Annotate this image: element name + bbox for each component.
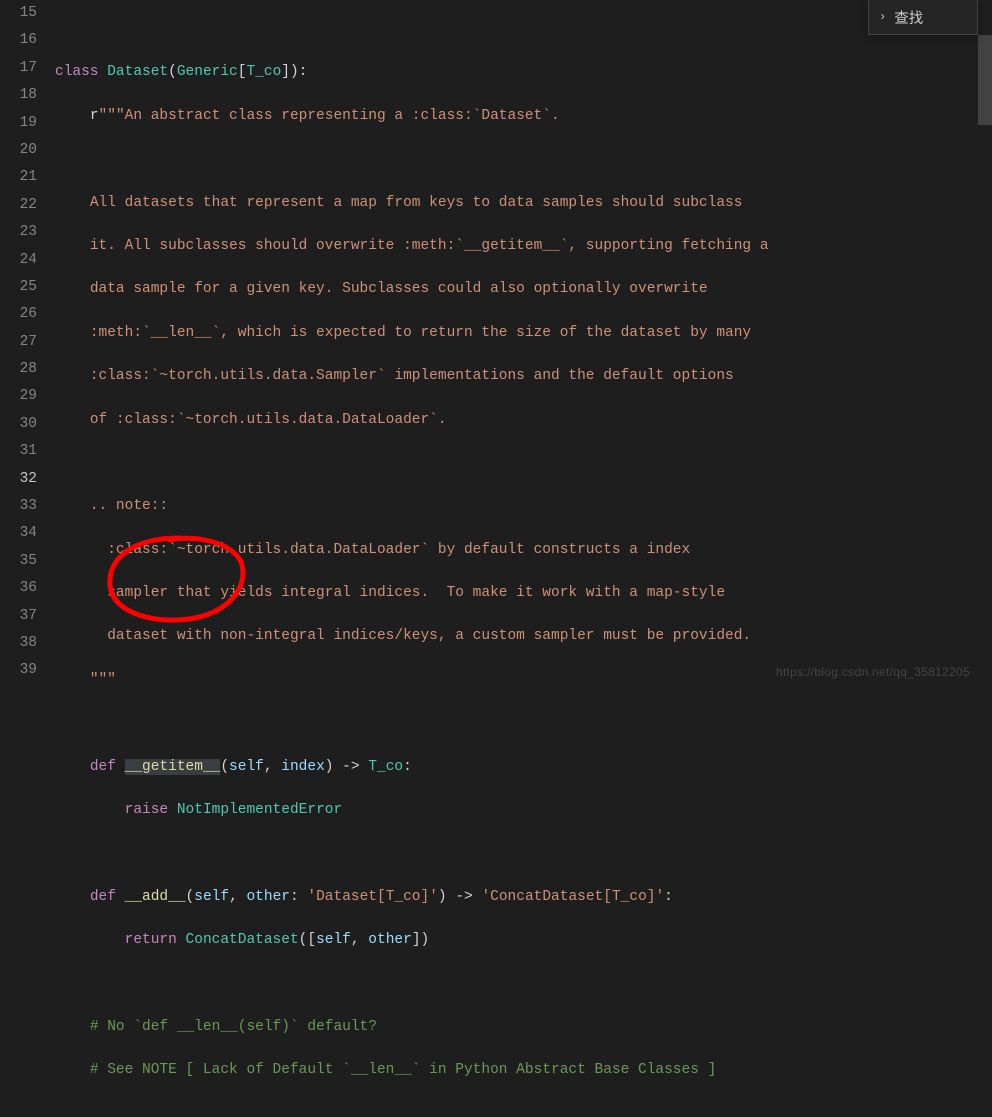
keyword-def: def <box>90 889 116 905</box>
line-number[interactable]: 18 <box>0 82 37 109</box>
line-number[interactable]: 22 <box>0 192 37 219</box>
type-param: T_co <box>246 64 281 80</box>
arg: other <box>368 932 412 948</box>
line-number[interactable]: 36 <box>0 575 37 602</box>
code-line <box>55 840 992 867</box>
arg: self <box>316 932 351 948</box>
line-number[interactable]: 24 <box>0 247 37 274</box>
string-prefix: r <box>90 108 99 124</box>
line-number[interactable]: 30 <box>0 411 37 438</box>
code-line: All datasets that represent a map from k… <box>55 190 992 217</box>
docstring-quote: """ <box>90 672 116 688</box>
code-line: # No `def __len__(self)` default? <box>55 1014 992 1041</box>
scrollbar-thumb[interactable] <box>978 35 992 125</box>
docstring-text: dataset with non-integral indices/keys, … <box>107 628 751 644</box>
docstring-text: sampler that yields integral indices. To… <box>107 585 725 601</box>
class-name: Dataset <box>107 64 168 80</box>
line-number[interactable]: 20 <box>0 137 37 164</box>
line-number[interactable]: 29 <box>0 383 37 410</box>
line-number[interactable]: 32 <box>0 466 37 493</box>
code-line: :meth:`__len__`, which is expected to re… <box>55 320 992 347</box>
param-index: index <box>281 759 325 775</box>
docstring-text: :meth:`__len__`, which is expected to re… <box>90 325 751 341</box>
line-number[interactable]: 15 <box>0 0 37 27</box>
return-type: T_co <box>368 759 403 775</box>
line-number[interactable]: 23 <box>0 219 37 246</box>
param-other: other <box>246 889 290 905</box>
keyword-raise: raise <box>125 802 169 818</box>
code-line: data sample for a given key. Subclasses … <box>55 276 992 303</box>
code-line: :class:`~torch.utils.data.Sampler` imple… <box>55 363 992 390</box>
comment: # No `def __len__(self)` default? <box>90 1019 377 1035</box>
exception-name: NotImplementedError <box>177 802 342 818</box>
class-ref: ConcatDataset <box>186 932 299 948</box>
code-line: dataset with non-integral indices/keys, … <box>55 623 992 650</box>
code-editor: 1516171819202122232425262728293031323334… <box>0 0 992 687</box>
code-line <box>55 450 992 477</box>
keyword-def: def <box>90 759 116 775</box>
function-name: __getitem__ <box>125 759 221 775</box>
code-line: sampler that yields integral indices. To… <box>55 580 992 607</box>
line-number[interactable]: 38 <box>0 630 37 657</box>
line-number[interactable]: 28 <box>0 356 37 383</box>
docstring-text: it. All subclasses should overwrite :met… <box>90 238 769 254</box>
code-line: r"""An abstract class representing a :cl… <box>55 103 992 130</box>
line-number[interactable]: 17 <box>0 55 37 82</box>
code-line: raise NotImplementedError <box>55 797 992 824</box>
watermark-text: https://blog.csdn.net/qq_35812205 <box>776 665 970 679</box>
line-number[interactable]: 26 <box>0 301 37 328</box>
keyword-class: class <box>55 64 99 80</box>
code-line <box>55 710 992 737</box>
code-line: :class:`~torch.utils.data.DataLoader` by… <box>55 537 992 564</box>
code-line: of :class:`~torch.utils.data.DataLoader`… <box>55 407 992 434</box>
type-string: 'ConcatDataset[T_co]' <box>481 889 664 905</box>
docstring-text: data sample for a given key. Subclasses … <box>90 281 708 297</box>
line-number[interactable]: 27 <box>0 329 37 356</box>
code-line: class Dataset(Generic[T_co]): <box>55 59 992 86</box>
code-line <box>55 146 992 173</box>
type-string: 'Dataset[T_co]' <box>307 889 438 905</box>
line-number[interactable]: 19 <box>0 110 37 137</box>
line-number[interactable]: 37 <box>0 603 37 630</box>
docstring-text: of :class:`~torch.utils.data.DataLoader`… <box>90 412 447 428</box>
type-generic: Generic <box>177 64 238 80</box>
docstring-quote: """ <box>99 108 125 124</box>
line-number[interactable]: 35 <box>0 548 37 575</box>
line-number[interactable]: 16 <box>0 27 37 54</box>
param-self: self <box>194 889 229 905</box>
code-line <box>55 971 992 998</box>
line-number-gutter[interactable]: 1516171819202122232425262728293031323334… <box>0 0 55 687</box>
docstring-text: :class:`~torch.utils.data.DataLoader` by… <box>107 542 690 558</box>
code-line: def __getitem__(self, index) -> T_co: <box>55 754 992 781</box>
code-line <box>55 16 992 43</box>
find-label: 查找 <box>894 7 923 28</box>
line-number[interactable]: 21 <box>0 164 37 191</box>
line-number[interactable]: 34 <box>0 520 37 547</box>
keyword-return: return <box>125 932 177 948</box>
code-line: it. All subclasses should overwrite :met… <box>55 233 992 260</box>
find-widget[interactable]: › 查找 <box>868 0 978 35</box>
code-line: return ConcatDataset([self, other]) <box>55 927 992 954</box>
function-name: __add__ <box>125 889 186 905</box>
chevron-right-icon[interactable]: › <box>879 10 886 24</box>
param-self: self <box>229 759 264 775</box>
line-number[interactable]: 33 <box>0 493 37 520</box>
docstring-text: All datasets that represent a map from k… <box>90 195 743 211</box>
docstring-text: :class:`~torch.utils.data.Sampler` imple… <box>90 368 734 384</box>
line-number[interactable]: 31 <box>0 438 37 465</box>
code-area[interactable]: class Dataset(Generic[T_co]): r"""An abs… <box>55 0 992 687</box>
code-line: def __add__(self, other: 'Dataset[T_co]'… <box>55 884 992 911</box>
code-line: .. note:: <box>55 493 992 520</box>
docstring-text: An abstract class representing a :class:… <box>125 108 560 124</box>
line-number[interactable]: 25 <box>0 274 37 301</box>
line-number[interactable]: 39 <box>0 657 37 684</box>
comment: # See NOTE [ Lack of Default `__len__` i… <box>90 1062 717 1078</box>
code-line: # See NOTE [ Lack of Default `__len__` i… <box>55 1057 992 1084</box>
vertical-scrollbar[interactable] <box>978 35 992 687</box>
docstring-text: .. note:: <box>90 498 168 514</box>
